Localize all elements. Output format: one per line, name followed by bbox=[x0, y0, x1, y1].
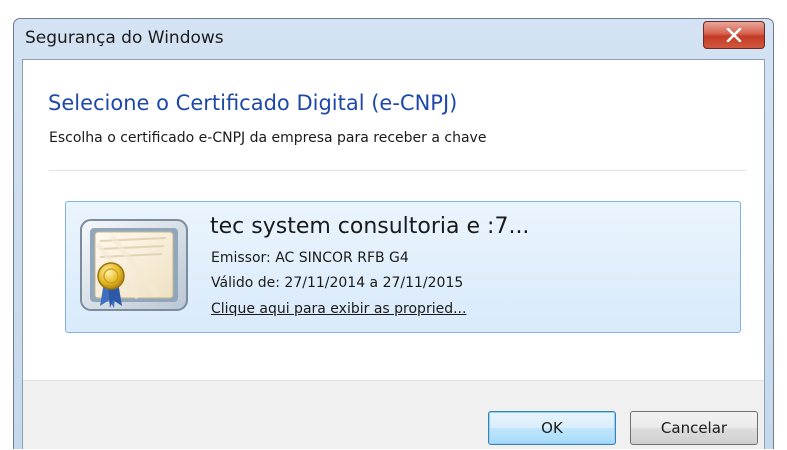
dialog-footer: OK Cancelar bbox=[23, 380, 764, 449]
dialog-heading: Selecione o Certificado Digital (e-CNPJ) bbox=[48, 91, 458, 115]
certificate-list-item[interactable]: tec system consultoria e :7... Emissor: … bbox=[65, 201, 741, 333]
close-icon bbox=[726, 28, 742, 42]
window-title: Segurança do Windows bbox=[25, 28, 224, 48]
ok-button[interactable]: OK bbox=[488, 411, 616, 445]
certificate-icon bbox=[80, 219, 188, 311]
title-bar[interactable]: Segurança do Windows bbox=[14, 19, 773, 59]
close-button[interactable] bbox=[703, 21, 765, 49]
certificate-issuer: Emissor: AC SINCOR RFB G4 bbox=[211, 250, 409, 266]
dialog-client-area: Selecione o Certificado Digital (e-CNPJ)… bbox=[22, 59, 765, 449]
certificate-properties-link[interactable]: Clique aqui para exibir as propried... bbox=[211, 301, 466, 317]
dialog-subheading: Escolha o certificado e-CNPJ da empresa … bbox=[49, 130, 487, 146]
certificate-name: tec system consultoria e :7... bbox=[210, 214, 530, 239]
security-dialog-window: Segurança do Windows Selecione o Certifi… bbox=[13, 18, 774, 449]
dialog-content: Selecione o Certificado Digital (e-CNPJ)… bbox=[23, 60, 764, 380]
certificate-validity: Válido de: 27/11/2014 a 27/11/2015 bbox=[211, 275, 464, 291]
cancel-button[interactable]: Cancelar bbox=[630, 411, 758, 445]
separator bbox=[49, 170, 746, 171]
